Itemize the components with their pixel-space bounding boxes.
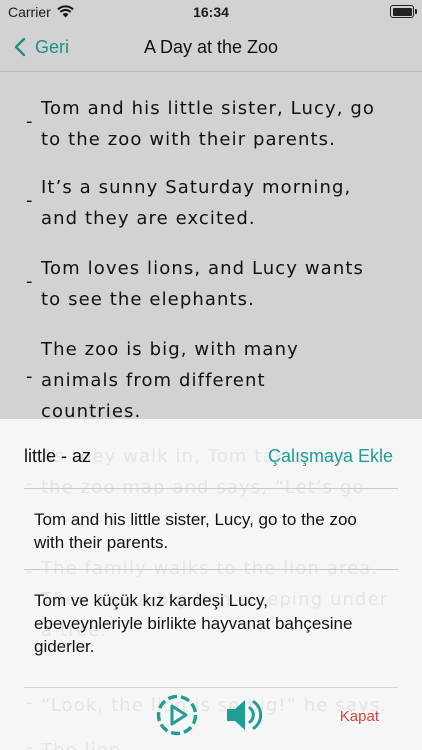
battery-icon — [390, 5, 417, 18]
bullet-dash: - — [26, 366, 33, 387]
source-sentence: Tom and his little sister, Lucy, go to t… — [34, 510, 357, 552]
navigation-bar: Geri A Day at the Zoo — [0, 24, 422, 72]
bullet-dash: - — [26, 271, 33, 292]
sentence-text: It’s a sunny Saturday morning, and they … — [41, 177, 352, 229]
bullet-dash: - — [26, 737, 33, 750]
divider — [24, 488, 398, 489]
divider — [24, 687, 398, 688]
selected-word: little - az — [24, 446, 92, 466]
sentence-text: Tom and his little sister, Lucy, go to t… — [41, 98, 375, 150]
bullet-dash: - — [26, 190, 33, 211]
sentence-text: The lion... — [41, 735, 401, 750]
speaker-icon[interactable] — [224, 696, 266, 734]
status-bar: Carrier 16:34 — [0, 0, 422, 24]
play-icon[interactable] — [155, 693, 199, 737]
bullet-dash: - — [26, 561, 33, 582]
close-button[interactable]: Kapat — [340, 708, 379, 725]
sentence-text: The zoo is big, with many animals from d… — [41, 339, 299, 422]
page-title: A Day at the Zoo — [143, 37, 279, 57]
translated-sentence: Tom ve küçük kız kardeşi Lucy, ebeveynle… — [34, 591, 353, 656]
bullet-dash: - — [26, 473, 33, 494]
faded-story-text: - As they walk in, Tom takes out the zoo… — [0, 419, 422, 750]
translation-sheet: - As they walk in, Tom takes out the zoo… — [0, 419, 422, 750]
bullet-dash: - — [26, 692, 33, 713]
bullet-dash: - — [26, 111, 33, 132]
clock: 16:34 — [193, 4, 229, 20]
divider — [24, 569, 398, 570]
add-to-study-button[interactable]: Çalışmaya Ekle — [268, 446, 393, 467]
sentence-text: Tom loves lions, and Lucy wants to see t… — [41, 258, 364, 310]
